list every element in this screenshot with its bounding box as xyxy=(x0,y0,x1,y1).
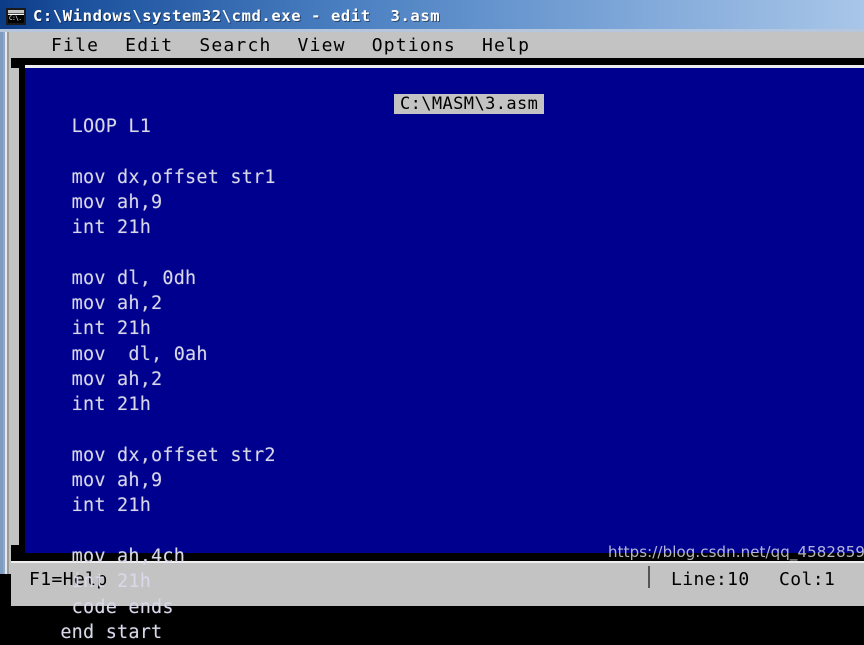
code-line: mov ah,9 xyxy=(49,191,163,213)
menu-bar: File Edit Search View Options Help xyxy=(11,32,864,58)
cmd-console-window: C:\. C:\Windows\system32\cmd.exe - edit … xyxy=(0,0,864,643)
ms-dos-editor: File Edit Search View Options Help C:\MA… xyxy=(11,32,864,643)
code-line: mov dl, 0dh xyxy=(49,267,197,289)
code-line: mov ah,2 xyxy=(49,293,163,315)
code-line: mov ah,2 xyxy=(49,368,163,390)
code-line: LOOP L1 xyxy=(49,116,152,137)
code-line: mov ah,4ch xyxy=(49,546,186,568)
menu-item-options[interactable]: Options xyxy=(372,35,456,56)
window-title: C:\Windows\system32\cmd.exe - edit 3.asm xyxy=(33,7,441,25)
code-line: mov dx,offset str1 xyxy=(49,166,276,188)
source-code-text[interactable]: LOOP L1 mov dx,offset str1 mov ah,9 int … xyxy=(49,114,829,645)
icon-titlebar-stripe xyxy=(8,9,24,14)
cmd-console-icon: C:\. xyxy=(6,7,26,25)
code-line: int 21h xyxy=(49,571,152,593)
code-line: int 21h xyxy=(49,394,152,416)
menu-item-view[interactable]: View xyxy=(298,35,346,56)
menu-item-edit[interactable]: Edit xyxy=(125,35,173,56)
window-titlebar[interactable]: C:\. C:\Windows\system32\cmd.exe - edit … xyxy=(0,0,864,32)
console-client-area: File Edit Search View Options Help C:\MA… xyxy=(0,32,864,643)
window-left-bevel xyxy=(3,32,11,574)
code-line: code ends xyxy=(49,596,174,618)
code-line: mov ah,9 xyxy=(49,470,163,492)
code-line: mov dl, 0ah xyxy=(49,343,208,365)
document-tab-label: C:\MASM\3.asm xyxy=(394,94,545,114)
code-line: mov dx,offset str2 xyxy=(49,444,276,466)
code-line: int 21h xyxy=(49,495,152,517)
icon-screen-glyph: C:\. xyxy=(8,14,24,23)
menu-item-search[interactable]: Search xyxy=(199,35,271,56)
code-line: end start xyxy=(49,621,163,643)
menu-item-file[interactable]: File xyxy=(51,35,99,56)
code-line: int 21h xyxy=(49,318,152,340)
menu-item-help[interactable]: Help xyxy=(482,35,530,56)
code-line: int 21h xyxy=(49,217,152,239)
